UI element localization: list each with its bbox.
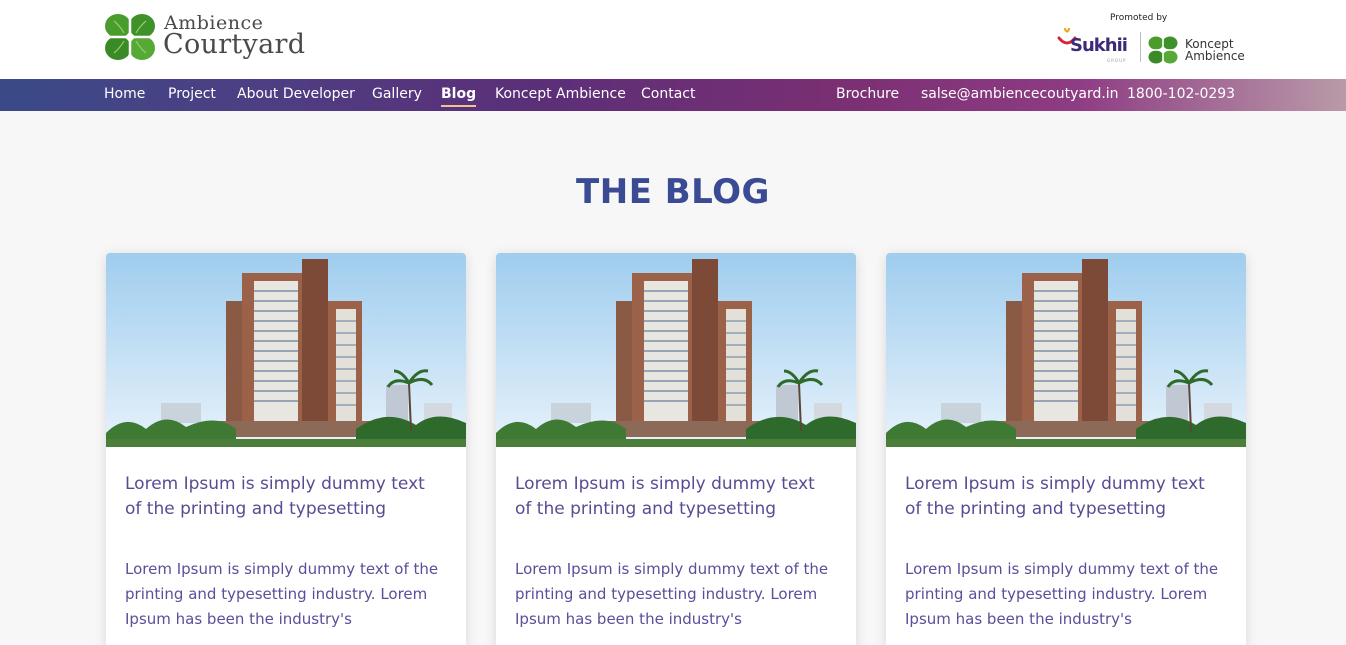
nav-project[interactable]: Project bbox=[168, 86, 216, 102]
ambience-text: Ambience bbox=[1185, 49, 1245, 63]
promoted-by-block: Promoted by Sukhii GROUP Koncept Ambienc… bbox=[1056, 12, 1248, 68]
page-title: THE BLOG bbox=[576, 172, 770, 212]
card-excerpt: Lorem Ipsum is simply dummy text of the … bbox=[125, 560, 439, 628]
koncept-ambience-logo: Koncept Ambience bbox=[1148, 36, 1248, 64]
building-photo-icon bbox=[886, 253, 1246, 447]
building-photo-icon bbox=[496, 253, 856, 447]
nav-gallery[interactable]: Gallery bbox=[372, 86, 422, 102]
sukhii-group-text: GROUP bbox=[1107, 58, 1127, 63]
blog-card[interactable]: Lorem Ipsum is simply dummy text of the … bbox=[886, 253, 1246, 645]
card-title[interactable]: Lorem Ipsum is simply dummy text of the … bbox=[905, 472, 1225, 522]
koncept-leaf-icon bbox=[1148, 36, 1178, 64]
blog-card[interactable]: Lorem Ipsum is simply dummy text of the … bbox=[496, 253, 856, 645]
blog-card[interactable]: Lorem Ipsum is simply dummy text of the … bbox=[106, 253, 466, 645]
main-nav: Home Project About Developer Gallery Blo… bbox=[0, 79, 1346, 111]
nav-brochure[interactable]: Brochure bbox=[836, 86, 899, 102]
card-title[interactable]: Lorem Ipsum is simply dummy text of the … bbox=[515, 472, 835, 522]
nav-koncept-ambience[interactable]: Koncept Ambience bbox=[495, 86, 626, 102]
nav-phone-link[interactable]: 1800-102-0293 bbox=[1127, 86, 1235, 102]
ambience-courtyard-logo[interactable]: Ambience Courtyard bbox=[104, 12, 306, 64]
promo-divider bbox=[1140, 32, 1141, 62]
nav-home[interactable]: Home bbox=[104, 86, 145, 102]
logo-text-courtyard: Courtyard bbox=[163, 29, 306, 60]
promoted-by-label: Promoted by bbox=[1110, 13, 1168, 23]
sukhii-wordmark: Sukhii bbox=[1070, 35, 1128, 56]
building-photo-icon bbox=[106, 253, 466, 447]
card-excerpt: Lorem Ipsum is simply dummy text of the … bbox=[515, 560, 829, 628]
nav-blog[interactable]: Blog bbox=[441, 86, 477, 107]
four-leaf-logo-icon bbox=[105, 14, 155, 60]
nav-contact[interactable]: Contact bbox=[641, 86, 695, 102]
site-header: Ambience Courtyard Promoted by Sukhii GR… bbox=[0, 0, 1346, 79]
nav-about-developer[interactable]: About Developer bbox=[237, 86, 355, 102]
card-title[interactable]: Lorem Ipsum is simply dummy text of the … bbox=[125, 472, 445, 522]
nav-email-link[interactable]: salse@ambiencecoutyard.in bbox=[921, 86, 1119, 102]
sukhii-logo: Sukhii GROUP bbox=[1056, 28, 1136, 64]
card-excerpt: Lorem Ipsum is simply dummy text of the … bbox=[905, 560, 1219, 628]
